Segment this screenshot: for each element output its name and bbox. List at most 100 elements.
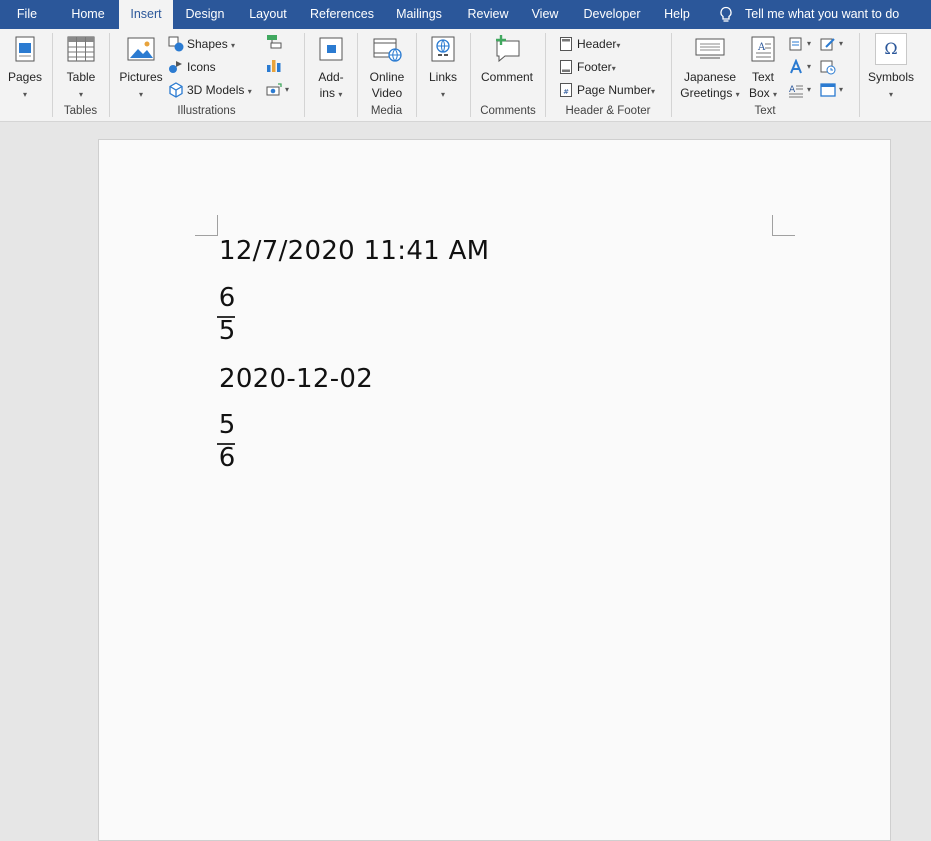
tab-design[interactable]: Design [178,0,232,29]
chevron-down-icon: ▾ [78,90,83,99]
tab-insert[interactable]: Insert [119,0,173,29]
signature-icon [820,38,835,51]
chart-icon[interactable] [266,57,282,73]
japanese-greetings-label-2: Greetings [680,86,733,100]
chevron-down-icon: ▾ [22,90,27,99]
footer-icon [560,60,572,74]
pages-button[interactable]: Pages ▾ [4,29,46,101]
icons-label: Icons [187,60,216,74]
online-video-button[interactable]: Online Video [363,29,411,101]
header-label: Header [577,37,617,51]
add-ins-button[interactable]: Add-ins ▾ [310,29,352,101]
chevron-down-icon: ▾ [773,90,778,99]
screenshot-button[interactable]: ▾ [266,80,298,100]
pages-label: Pages [7,70,43,84]
chevron-down-icon: ▾ [338,90,343,99]
chevron-down-icon: ▾ [138,90,143,99]
add-ins-label: Add- [318,70,344,84]
icons-button[interactable]: Icons [168,57,228,77]
quick-parts-icon [789,37,802,51]
shapes-button[interactable]: Shapes ▾ [168,34,238,54]
pictures-label: Pictures [119,70,163,84]
links-button[interactable]: Links ▾ [421,29,465,101]
crop-mark-top-right [772,215,795,236]
ribbon-tab-bar: File Home Insert Design Layout Reference… [0,0,931,29]
table-button[interactable]: Table ▾ [58,29,104,101]
wordart-icon [790,59,802,74]
comment-icon [496,35,520,63]
pictures-button[interactable]: Pictures ▾ [116,29,166,101]
fraction-5-over-6[interactable]: 5 6 [217,410,237,476]
group-label-comments: Comments [480,105,536,117]
tab-home[interactable]: Home [60,0,116,29]
3d-models-button[interactable]: 3D Models ▾ [168,80,258,100]
iso-date-text[interactable]: 2020-12-02 [219,364,373,394]
footer-button[interactable]: Footer▾ [558,57,628,77]
page-number-label: Page Number [577,83,652,97]
quick-parts-button[interactable]: ▾ [788,34,814,54]
online-video-label-2: Video [371,86,403,100]
tab-references[interactable]: References [304,0,380,29]
object-button[interactable]: ▾ [820,80,850,100]
fraction-denominator: 5 [218,316,236,346]
screenshot-icon [266,83,282,96]
drop-cap-button[interactable]: A ▾ [788,80,814,100]
pages-icon [15,36,35,62]
tab-developer[interactable]: Developer [578,0,646,29]
tab-review[interactable]: Review [460,0,516,29]
tab-help[interactable]: Help [656,0,698,29]
tab-file[interactable]: File [8,0,46,29]
chevron-down-icon: ▾ [440,90,445,99]
smartart-icon[interactable] [266,34,282,50]
tell-me-text: Tell me what you want to do [745,7,900,21]
japanese-greetings-icon [695,38,725,59]
online-video-icon [373,38,402,62]
omega-glyph: Ω [884,39,898,58]
chevron-down-icon: ▾ [285,85,290,94]
page-number-button[interactable]: # Page Number▾ [558,80,662,100]
shapes-icon [168,36,184,52]
wordart-button[interactable]: ▾ [788,57,814,77]
tab-layout[interactable]: Layout [240,0,296,29]
page-number-icon: # [560,83,572,97]
add-ins-icon [319,37,343,61]
chevron-down-icon: ▾ [807,39,812,48]
japanese-greetings-label: Japanese [683,70,737,84]
icons-icon [169,61,182,73]
ribbon-insert: Pages ▾ Table ▾ Tables Pictures ▾ Shapes ▾ [0,29,931,122]
comment-button[interactable]: Comment [476,29,538,101]
symbols-button[interactable]: Ω Symbols ▾ [865,29,917,101]
group-divider [859,33,860,117]
fraction-numerator: 6 [218,283,236,313]
pictures-icon [127,37,155,61]
chevron-down-icon: ▾ [839,39,844,48]
chevron-down-icon: ▾ [888,90,893,99]
date-time-icon[interactable] [820,59,836,75]
group-divider [416,33,417,117]
text-box-button[interactable]: A Text Box ▾ [743,29,783,101]
3d-models-label: 3D Models [187,83,245,97]
crop-mark-top-left [195,215,218,236]
japanese-greetings-button[interactable]: Japanese Greetings ▾ [678,29,742,101]
signature-line-button[interactable]: ▾ [820,34,850,54]
group-label-tables: Tables [63,105,98,117]
table-label: Table [66,70,96,84]
chevron-down-icon: ▾ [247,87,252,96]
tab-mailings[interactable]: Mailings [388,0,450,29]
text-box-label: Text [751,70,774,84]
svg-text:A: A [757,42,766,53]
chevron-down-icon: ▾ [735,90,740,99]
tab-view[interactable]: View [524,0,566,29]
table-icon [67,36,95,62]
chevron-down-icon: ▾ [807,62,812,71]
group-label-header-footer: Header & Footer [565,105,651,117]
group-label-media: Media [370,105,403,117]
chevron-down-icon: ▾ [616,41,621,50]
header-icon [560,37,572,51]
svg-text:#: # [563,88,569,96]
footer-label: Footer [577,60,612,74]
header-button[interactable]: Header▾ [558,34,628,54]
document-page[interactable]: 12/7/2020 11:41 AM 6 5 2020-12-02 5 6 [98,139,891,841]
date-time-text[interactable]: 12/7/2020 11:41 AM [219,236,489,266]
fraction-6-over-5[interactable]: 6 5 [217,283,237,349]
